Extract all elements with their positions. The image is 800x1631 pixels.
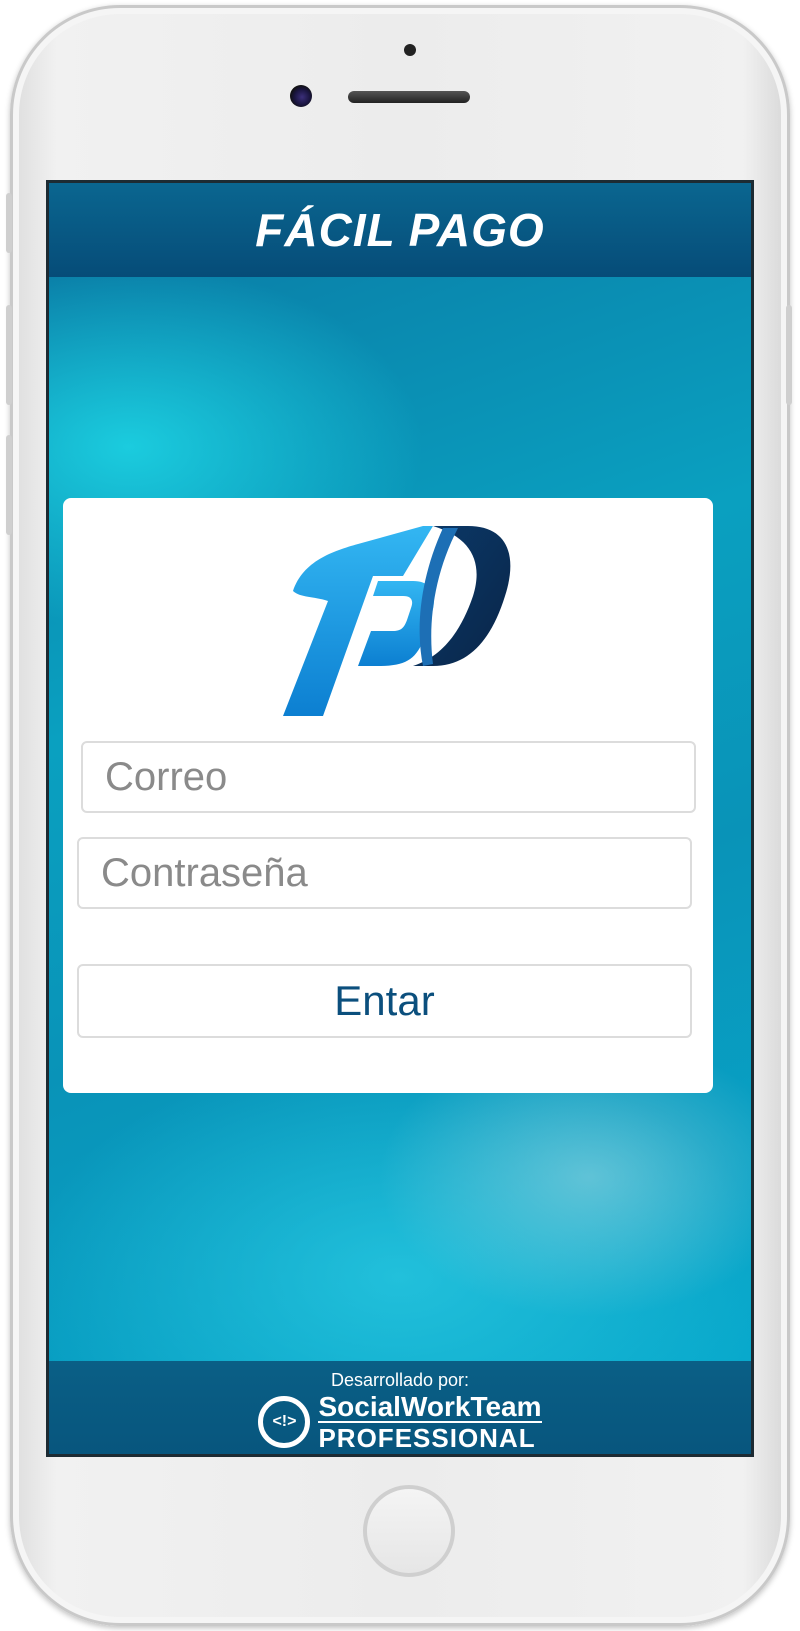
power-button [786,305,792,405]
brand-logo-mark: <!> [272,1413,297,1430]
app-header: FÁCIL PAGO [49,183,751,277]
volume-down-button [6,435,12,535]
front-camera [290,85,312,107]
email-placeholder: Correo [105,754,228,799]
app-title: FÁCIL PAGO [255,204,545,256]
earpiece-speaker [348,91,470,103]
brand-tagline: PROFESSIONAL [318,1421,542,1451]
volume-up-button [6,305,12,405]
app-screen: FÁCIL PAGO Correo Contraseña Entar Desar… [46,180,754,1457]
brand-text: SocialWorkTeam PROFESSIONAL [318,1391,542,1451]
home-button[interactable] [363,1485,455,1577]
password-field[interactable]: Contraseña [77,837,692,909]
login-card: Correo Contraseña Entar [63,498,713,1093]
login-button[interactable]: Entar [77,964,692,1038]
mute-switch [6,193,12,253]
proximity-sensor [404,44,416,56]
app-logo-icon [283,526,511,716]
password-placeholder: Contraseña [101,850,308,895]
developer-brand[interactable]: <!> SocialWorkTeam PROFESSIONAL [258,1391,542,1451]
brand-logo-icon: <!> [258,1396,311,1448]
credit-label: Desarrollado por: [330,1370,470,1390]
email-field[interactable]: Correo [81,741,696,813]
app-footer: Desarrollado por: <!> SocialWorkTeam PRO… [49,1361,751,1454]
brand-name: SocialWorkTeam [318,1391,542,1422]
